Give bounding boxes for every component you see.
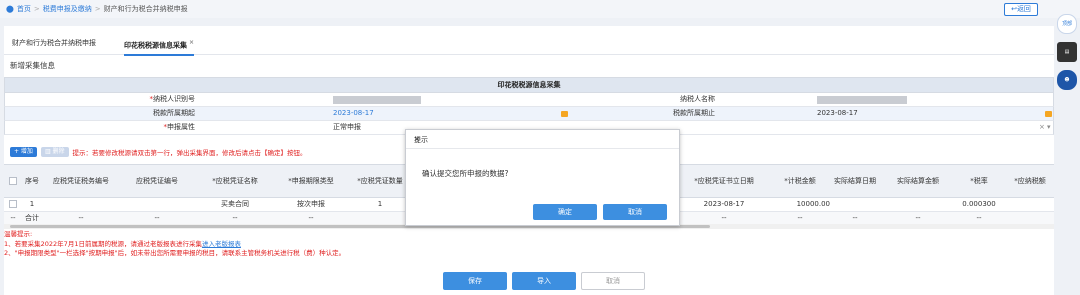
breadcrumb-separator: > (33, 5, 40, 13)
warm-tip-line: 2、"申报期限类型"一栏选择"按期申报"后，如未带出您所需要申报的税目，请联系主… (4, 249, 346, 257)
taxpayer-id-label: *纳税人识别号 (149, 95, 196, 103)
old-report-link[interactable]: 进入老版报表 (202, 240, 241, 248)
assistant-avatar-icon[interactable]: ☻ (1057, 70, 1077, 90)
cancel-button[interactable]: 取消 (581, 272, 645, 290)
cell-amount: 10000.00 (796, 200, 830, 208)
row-index: 1 (29, 200, 35, 208)
period-start-label: 税款所属期起 (153, 109, 195, 117)
back-to-top-label: 顶部 (1061, 21, 1072, 27)
breadcrumb-level1[interactable]: 税费申报及缴纳 (43, 4, 92, 14)
form-title: 印花税税源信息采集 (4, 77, 1054, 93)
home-icon[interactable]: ⬤ (6, 5, 14, 13)
dialog-message: 确认提交您所申报的数据? (422, 169, 509, 178)
col-header: 实际结算日期 (834, 177, 876, 185)
col-header: *应纳税额 (1014, 177, 1046, 185)
tab-property-tax[interactable]: 财产和行为税合并纳税申报 (12, 36, 96, 54)
cell-date: 2023-08-17 (703, 200, 745, 208)
taxpayer-name-value (817, 95, 907, 104)
period-end-label: 税款所属期止 (673, 109, 715, 117)
declare-attr-label: *申报属性 (163, 123, 196, 131)
period-end-input[interactable]: 2023-08-17 (817, 107, 858, 120)
period-start-input[interactable]: 2023-08-17 (333, 107, 374, 120)
cell-period-type: 按次申报 (297, 200, 325, 208)
form-row: 税款所属期起 2023-08-17 税款所属期止 2023-08-17 (4, 107, 1054, 121)
clear-icon[interactable]: × (1039, 121, 1045, 134)
back-button-label: 返回 (1016, 5, 1031, 13)
breadcrumb-separator: > (94, 5, 101, 13)
col-header: 应税凭证编号 (136, 177, 178, 185)
col-header: 序号 (25, 177, 39, 185)
calendar-icon[interactable] (1045, 110, 1052, 117)
col-header: *计税金额 (784, 177, 816, 185)
tab-stamp-tax[interactable]: 印花税税源信息采集 × (124, 36, 195, 56)
declare-attr-select[interactable]: 正常申报 (333, 121, 361, 134)
breadcrumb-home[interactable]: 首页 (17, 4, 31, 14)
cell-quantity: 1 (377, 200, 383, 208)
collection-form: 印花税税源信息采集 *纳税人识别号 纳税人名称 税款所属期起 2023-08-1… (4, 77, 1054, 135)
delete-button[interactable]: ▥ 删除 (40, 147, 69, 157)
dialog-header: 提示 × (406, 130, 679, 149)
warm-tips: 温馨提示: 1、若要采集2022年7月1日前属期的税源，请通过老版报表进行采集进… (4, 230, 345, 259)
tab-label: 财产和行为税合并纳税申报 (12, 39, 96, 47)
select-all-checkbox[interactable] (8, 165, 18, 197)
delete-label: 删除 (52, 148, 65, 155)
dialog-cancel-button[interactable]: 取消 (603, 204, 667, 220)
col-header: 应税凭证税务编号 (53, 177, 109, 185)
toolbar-tip: 提示：若要修改税源请双击第一行，弹出采集界面，修改后请点击【确定】按钮。 (72, 149, 307, 157)
col-header: 实际结算金额 (897, 177, 939, 185)
col-header: *申报期限类型 (288, 177, 334, 185)
section-title: 新增采集信息 (10, 61, 55, 70)
tab-close-icon[interactable]: × (189, 39, 194, 46)
warm-tip-line: 1、若要采集2022年7月1日前属期的税源，请通过老版报表进行采集进入老版报表 (4, 239, 241, 248)
taxpayer-name-label: 纳税人名称 (680, 95, 715, 103)
save-button[interactable]: 保存 (443, 272, 507, 290)
back-to-top-button[interactable]: 顶部 (1057, 14, 1077, 34)
col-header: *税率 (970, 177, 988, 185)
confirm-dialog: 提示 × 确认提交您所申报的数据? 确定 取消 (405, 129, 680, 226)
close-icon[interactable]: × (414, 135, 673, 143)
warm-tips-title: 温馨提示: (4, 230, 33, 238)
table-toolbar: + 增加 ▥ 删除 提示：若要修改税源请双击第一行，弹出采集界面，修改后请点击【… (10, 146, 307, 158)
delete-icon: ▥ (44, 148, 51, 155)
taxpayer-id-value (333, 95, 421, 104)
chevron-down-icon[interactable]: ▾ (1047, 121, 1051, 134)
form-row: *纳税人识别号 纳税人名称 (4, 93, 1054, 107)
cell-rate: 0.000300 (962, 200, 996, 208)
col-header: *应税凭证数量 (357, 177, 403, 185)
cell-doc-name: 买卖合同 (221, 200, 249, 208)
breadcrumb-level2: 财产和行为税合并纳税申报 (103, 5, 188, 13)
calendar-icon[interactable] (561, 110, 568, 117)
col-header: *应税凭证书立日期 (694, 177, 754, 185)
back-button[interactable]: ↩返回 (1004, 3, 1038, 16)
breadcrumb: ⬤ 首页 > 税费申报及缴纳 > 财产和行为税合并纳税申报 (6, 4, 188, 14)
col-header: *应税凭证名称 (212, 177, 258, 185)
document-icon[interactable]: ▤ (1057, 42, 1077, 62)
confirm-button[interactable]: 确定 (533, 204, 597, 220)
row-checkbox[interactable] (8, 198, 18, 211)
add-button[interactable]: + 增加 (10, 147, 37, 157)
tab-bar: 财产和行为税合并纳税申报 印花税税源信息采集 × (4, 36, 1054, 56)
tab-label: 印花税税源信息采集 (124, 41, 187, 50)
import-button[interactable]: 导入 (512, 272, 576, 290)
